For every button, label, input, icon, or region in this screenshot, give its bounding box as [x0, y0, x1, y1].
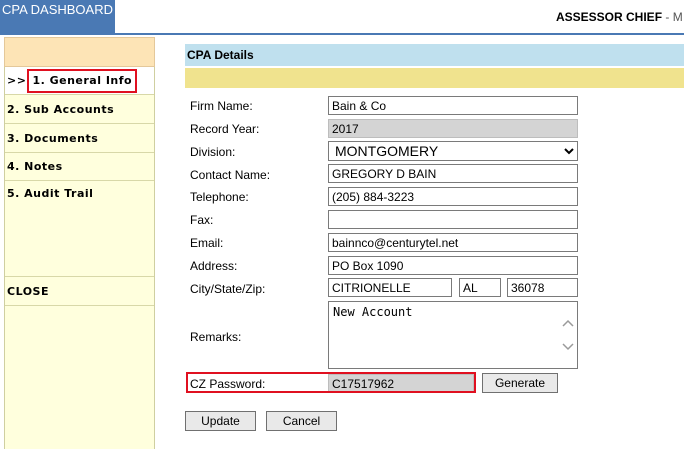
- scroll-up-icon[interactable]: [562, 319, 574, 327]
- email-input[interactable]: [328, 233, 578, 252]
- address-label: Address:: [190, 259, 238, 273]
- sidebar-item-general-info[interactable]: >> 1. General Info: [5, 67, 154, 95]
- sidebar-item-label: CLOSE: [7, 285, 49, 298]
- update-button[interactable]: Update: [185, 411, 256, 431]
- zip-input[interactable]: [507, 278, 578, 297]
- contact-name-label: Contact Name:: [190, 168, 271, 182]
- cancel-button[interactable]: Cancel: [266, 411, 337, 431]
- generate-button[interactable]: Generate: [482, 373, 558, 393]
- record-year-input: [328, 119, 578, 138]
- firm-name-input[interactable]: [328, 96, 578, 115]
- division-label: Division:: [190, 145, 236, 159]
- division-select[interactable]: MONTGOMERY: [328, 141, 578, 161]
- telephone-input[interactable]: [328, 187, 578, 206]
- cpa-dashboard-button[interactable]: CPA DASHBOARD: [0, 0, 115, 35]
- sidebar-item-label: 3. Documents: [7, 132, 99, 145]
- sidebar-item-close[interactable]: CLOSE: [5, 278, 154, 306]
- city-input[interactable]: [328, 278, 452, 297]
- active-indicator: >>: [7, 74, 27, 87]
- sidebar-item-documents[interactable]: 3. Documents: [5, 125, 154, 153]
- state-input[interactable]: [459, 278, 501, 297]
- sidebar-item-label: 2. Sub Accounts: [7, 103, 115, 116]
- user-role-text: ASSESSOR CHIEF: [556, 10, 663, 24]
- telephone-label: Telephone:: [190, 190, 249, 204]
- scroll-down-icon[interactable]: [562, 343, 574, 351]
- fax-label: Fax:: [190, 213, 214, 227]
- fax-input[interactable]: [328, 210, 578, 229]
- section-title: CPA Details: [185, 44, 684, 66]
- cz-password-highlight: [186, 372, 476, 393]
- remarks-scrollbar[interactable]: [560, 314, 576, 356]
- sidebar-item-audit-trail[interactable]: 5. Audit Trail: [5, 181, 154, 277]
- sidebar-header: [4, 37, 155, 67]
- user-role-rest: - M: [662, 10, 683, 24]
- record-year-label: Record Year:: [190, 122, 260, 136]
- sidebar-item-notes[interactable]: 4. Notes: [5, 153, 154, 181]
- remarks-textarea[interactable]: New Account: [328, 301, 578, 369]
- city-state-zip-label: City/State/Zip:: [190, 282, 266, 296]
- contact-name-input[interactable]: [328, 164, 578, 183]
- remarks-label: Remarks:: [190, 330, 242, 344]
- firm-name-label: Firm Name:: [190, 99, 253, 113]
- header-divider: [115, 33, 684, 35]
- sidebar-item-label: 5. Audit Trail: [7, 187, 94, 200]
- sidebar-item-sub-accounts[interactable]: 2. Sub Accounts: [5, 96, 154, 124]
- address-input[interactable]: [328, 256, 578, 275]
- sidebar-item-label: 1. General Info: [27, 69, 138, 93]
- section-banner: [185, 68, 684, 88]
- user-role-label: ASSESSOR CHIEF - M: [556, 10, 683, 24]
- email-label: Email:: [190, 236, 224, 250]
- sidebar-item-label: 4. Notes: [7, 160, 63, 173]
